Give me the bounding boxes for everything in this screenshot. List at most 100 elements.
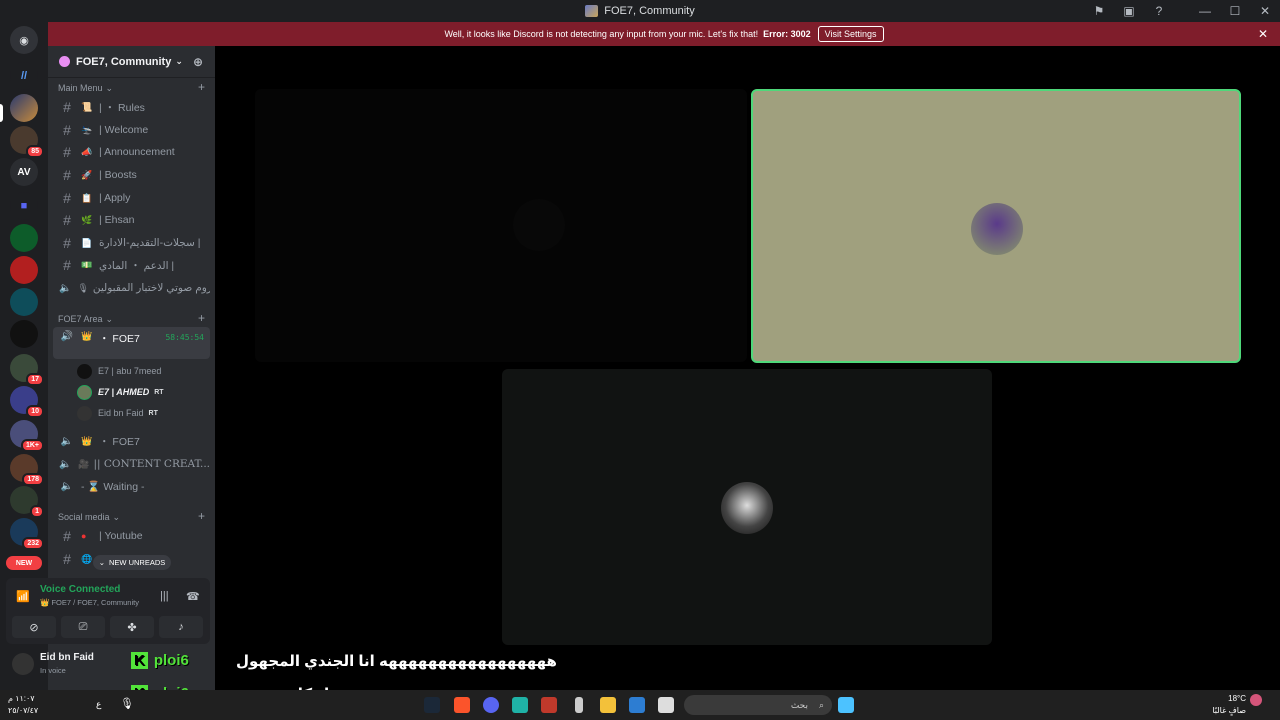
activities-button[interactable]: ✤ — [110, 616, 154, 638]
server-icon-8[interactable]: 178 — [10, 454, 44, 486]
brave-icon[interactable] — [454, 697, 470, 713]
add-channel-icon[interactable]: + — [198, 509, 205, 523]
help-icon[interactable]: ? — [1144, 4, 1174, 18]
window-icon[interactable] — [658, 697, 674, 713]
category-social-media[interactable]: Social media ⌄ + — [58, 509, 205, 523]
channel-label: || CONTENT CREAT... — [93, 458, 210, 470]
channel-label: الدعم ・ المادي | — [99, 259, 175, 272]
server-icon-nav[interactable]: // — [10, 62, 38, 90]
channel-youtube[interactable]: # ● | Youtube — [53, 525, 210, 547]
server-icon-5[interactable]: 17 — [10, 354, 44, 386]
avatar[interactable] — [12, 653, 34, 675]
channel-label: ・ FOE7 — [99, 435, 140, 448]
hash-icon: # — [63, 212, 71, 228]
server-icon-av[interactable]: AV — [10, 158, 38, 186]
channel-label: سجلات-التقديم-الادارة | — [99, 237, 201, 249]
voice-channel-foe7-2[interactable]: 🔈 👑 ・ FOE7 — [53, 430, 210, 452]
window-title: FOE7, Community — [604, 5, 695, 17]
member-name: E7 | AHMED — [98, 387, 150, 397]
page-icon: 📄 — [81, 237, 93, 248]
participant-tile[interactable] — [502, 369, 992, 645]
avatar — [971, 203, 1023, 255]
channel-announcement[interactable]: # 📣 | Announcement — [53, 141, 210, 163]
disconnect-icon[interactable]: ☎ — [186, 590, 200, 603]
steam-icon[interactable] — [424, 697, 440, 713]
server-icon-green[interactable] — [10, 224, 38, 252]
channel-voice-test[interactable]: 🔈 🎙روم صوتي لاختبار المقبولين | — [53, 277, 210, 299]
voice-channel-content[interactable]: 🔈 🎥 || CONTENT CREAT... — [53, 453, 210, 475]
crown-icon: 👑 — [81, 331, 93, 341]
participant-tile[interactable] — [255, 89, 747, 362]
category-foe7-area[interactable]: FOE7 Area ⌄ + — [58, 311, 205, 325]
channel-boosts[interactable]: # 🚀 | Boosts — [53, 164, 210, 186]
speaking-participant-tile[interactable] — [751, 89, 1241, 363]
mic-icon[interactable]: 🎙 — [120, 697, 134, 710]
voice-member[interactable]: E7 | AHMED RT — [77, 383, 164, 401]
windows-start-icon[interactable] — [838, 697, 854, 713]
system-clock[interactable]: ١١:٠٧ م ٢٥/٠٧/٤٧ — [8, 693, 38, 717]
voice-member[interactable]: E7 | abu 7meed — [77, 362, 161, 380]
screen-share-button[interactable]: ⎚ — [61, 616, 105, 638]
category-main-menu[interactable]: Main Menu ⌄ + — [58, 80, 205, 94]
new-servers-pill[interactable]: NEW — [6, 556, 42, 570]
screen-icon[interactable]: ▣ — [1114, 4, 1144, 18]
server-icon-foe7[interactable] — [10, 94, 38, 122]
server-icon-7[interactable]: 1K+ — [10, 420, 44, 452]
voice-channel-foe7[interactable]: 🔊 👑 ・ FOE7 58:45:54 — [53, 327, 210, 359]
folder-icon[interactable]: ■ — [10, 192, 38, 220]
server-icon-6[interactable]: 10 — [10, 386, 44, 418]
channel-rules[interactable]: # 📜 | ・ Rules — [53, 96, 210, 118]
add-channel-icon[interactable]: + — [198, 311, 205, 325]
mouse-icon[interactable] — [575, 697, 583, 713]
server-icon-10[interactable]: 232 — [10, 518, 44, 550]
camera-off-button[interactable]: ⊘ — [12, 616, 56, 638]
taskbar-search[interactable]: بحث ⌕ — [684, 695, 832, 715]
soundboard-button[interactable]: ♪ — [159, 616, 203, 638]
channel-label: | Boosts — [99, 169, 137, 181]
voicemeeter-icon[interactable] — [541, 697, 557, 713]
mention-badge: 1 — [30, 505, 44, 518]
invite-icon[interactable]: ⊕ — [193, 55, 203, 69]
channel-welcome[interactable]: # 🛬 | Welcome — [53, 119, 210, 141]
channel-ehsan[interactable]: # 🌿 | Ehsan — [53, 209, 210, 231]
channel-label: | Apply — [99, 192, 131, 204]
new-unreads-button[interactable]: ⌄ NEW UNREADS — [93, 555, 171, 570]
server-icon-9[interactable]: 1 — [10, 486, 44, 518]
voice-status[interactable]: Voice Connected — [40, 584, 120, 595]
minimize-button[interactable]: — — [1190, 4, 1220, 18]
add-channel-icon[interactable]: + — [198, 80, 205, 94]
username[interactable]: Eid bn Faid — [40, 652, 94, 663]
inbox-icon[interactable]: ⚑ — [1084, 4, 1114, 18]
server-icon-red[interactable] — [10, 256, 38, 284]
hash-icon: # — [63, 167, 71, 183]
channel-support[interactable]: # 💵 الدعم ・ المادي | — [53, 254, 210, 276]
discord-home-icon[interactable]: ◉ — [10, 26, 38, 54]
server-icon-teal[interactable] — [10, 288, 38, 316]
close-icon[interactable]: ✕ — [1258, 27, 1268, 41]
weather-widget[interactable]: 18°C صافٍ غالبًا — [1212, 693, 1246, 717]
voice-channel-waiting[interactable]: 🔈 - ⌛ Waiting - — [53, 475, 210, 497]
voice-member[interactable]: Eid bn Faid RT — [77, 404, 158, 422]
voice-location[interactable]: 👑 FOE7 / FOE7, Community — [40, 598, 139, 607]
weather-icon — [1250, 694, 1262, 706]
member-name: Eid bn Faid — [98, 408, 144, 418]
signal-icon[interactable]: 📶 — [16, 590, 30, 603]
server-icon-2[interactable]: 85 — [10, 126, 44, 158]
avatar — [77, 405, 92, 421]
folder-icon[interactable] — [600, 697, 616, 713]
server-header[interactable]: FOE7, Community ⌄ ⊕ — [48, 46, 215, 78]
app-icon[interactable] — [512, 697, 528, 713]
store-icon[interactable] — [629, 697, 645, 713]
mic-warning-banner: Well, it looks like Discord is not detec… — [48, 22, 1280, 46]
server-icon-dark[interactable] — [10, 320, 38, 348]
close-window-button[interactable]: ✕ — [1250, 4, 1280, 18]
maximize-button[interactable]: ☐ — [1220, 4, 1250, 18]
scroll-icon: 📜 — [81, 101, 93, 112]
visit-settings-button[interactable]: Visit Settings — [817, 26, 884, 42]
channel-apply[interactable]: # 📋 | Apply — [53, 187, 210, 209]
channel-admin-logs[interactable]: # 📄 سجلات-التقديم-الادارة | — [53, 232, 210, 254]
discord-icon[interactable] — [483, 697, 499, 713]
noise-suppression-icon[interactable]: ||| — [160, 590, 169, 602]
language-indicator[interactable]: ع — [96, 699, 101, 710]
banner-error: Error: 3002 — [763, 29, 811, 39]
